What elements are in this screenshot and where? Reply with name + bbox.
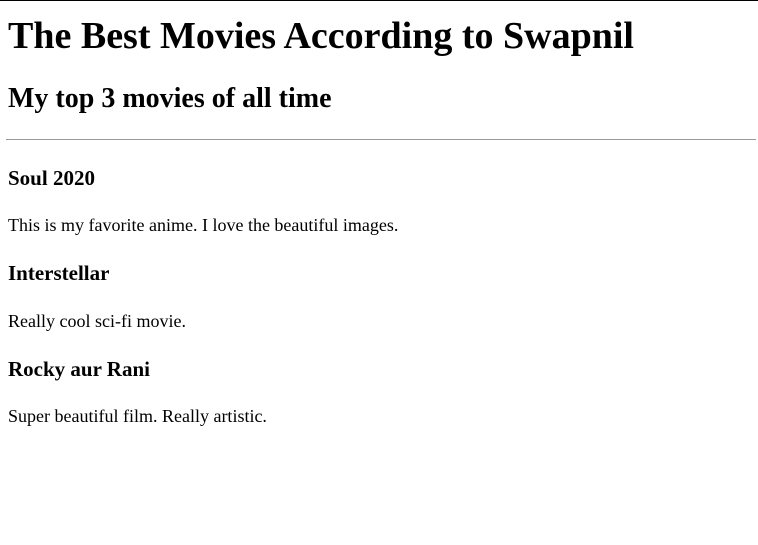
movie-title: Interstellar (8, 261, 110, 285)
movie-title: Soul 2020 (8, 166, 95, 190)
movie-item: Interstellar Really cool sci-fi movie. (8, 261, 750, 332)
page-subtitle: My top 3 movies of all time (8, 83, 332, 114)
page-content: The Best Movies According to Swapnil My … (0, 15, 758, 427)
divider (6, 139, 756, 140)
movie-description: Really cool sci-fi movie. (8, 311, 186, 331)
movie-description: Super beautiful film. Really artistic. (8, 406, 267, 426)
movie-title: Rocky aur Rani (8, 357, 150, 381)
movie-description: This is my favorite anime. I love the be… (8, 215, 399, 235)
movie-item: Rocky aur Rani Super beautiful film. Rea… (8, 357, 750, 427)
page-title: The Best Movies According to Swapnil (8, 15, 634, 57)
movie-item: Soul 2020 This is my favorite anime. I l… (8, 166, 750, 236)
